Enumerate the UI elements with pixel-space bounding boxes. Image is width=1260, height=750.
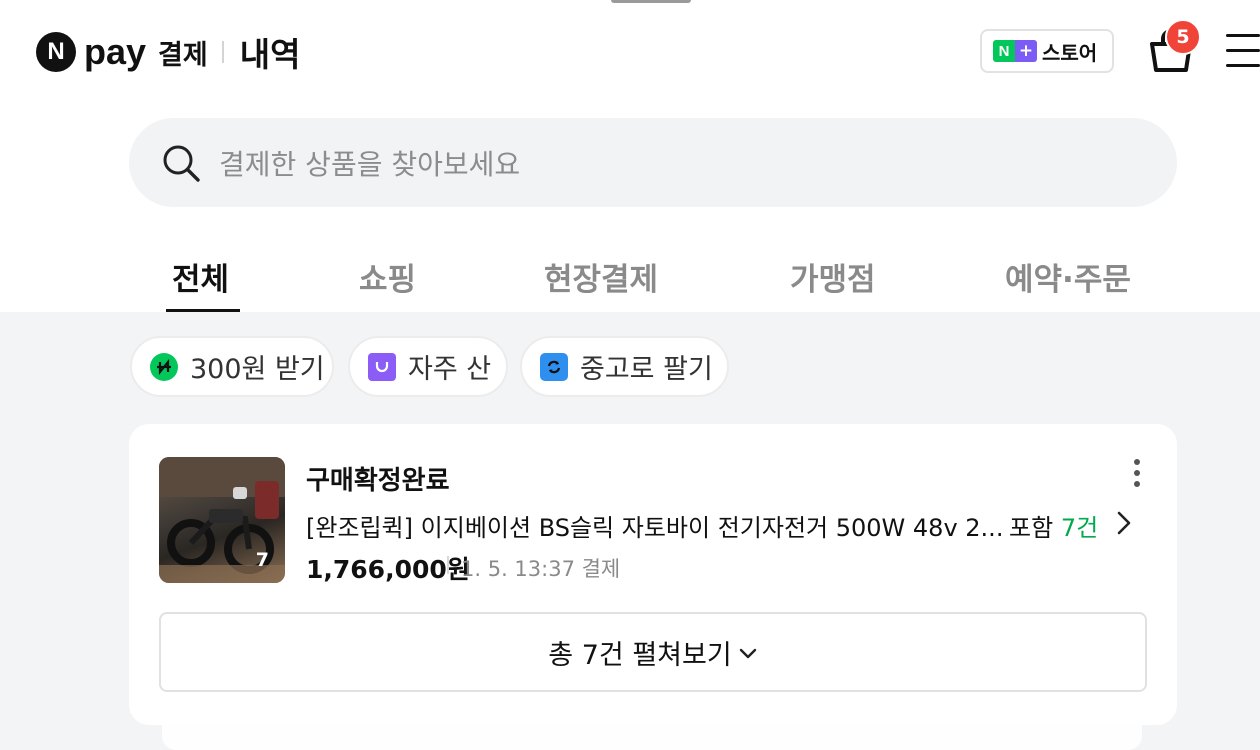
includes-prefix: 포함 bbox=[1009, 514, 1054, 542]
page-title: 내역 bbox=[239, 35, 301, 74]
logo-pay-text: pay bbox=[84, 31, 147, 72]
chip-label: 자주 산 bbox=[408, 354, 492, 385]
product-thumbnail[interactable]: 7 bbox=[159, 457, 285, 583]
more-options-icon[interactable] bbox=[1130, 458, 1144, 488]
chip-frequently-bought[interactable]: 자주 산 bbox=[348, 336, 508, 397]
shopping-bag-icon bbox=[368, 352, 396, 381]
content-area: 300원 받기 자주 산 중고로 팔기 7 구매확정완료 [완조립퀵] 이지베이… bbox=[0, 312, 1260, 750]
expand-label: 총 7건 펼쳐보기 bbox=[548, 639, 732, 671]
tab-bar: 전체 쇼핑 현장결제 가맹점 예약·주문 bbox=[0, 230, 1260, 312]
chevron-down-icon bbox=[739, 648, 756, 659]
chip-label: 중고로 팔기 bbox=[580, 354, 713, 385]
drag-handle[interactable] bbox=[611, 0, 691, 3]
store-n-icon: N bbox=[993, 40, 1015, 62]
expand-all-button[interactable]: 총 7건 펼쳐보기 bbox=[159, 612, 1147, 692]
npay-logo[interactable]: N pay 결제 내역 bbox=[36, 30, 300, 74]
logo-divider bbox=[221, 41, 224, 63]
thumbnail-item-count: 7 bbox=[255, 549, 269, 571]
chip-label: 300원 받기 bbox=[190, 354, 325, 385]
store-label: 스토어 bbox=[1042, 40, 1098, 65]
nplus-store-button[interactable]: N + 스토어 bbox=[980, 29, 1114, 73]
tab-reservation-order[interactable]: 예약·주문 bbox=[1005, 254, 1131, 299]
stacked-card-edge bbox=[162, 725, 1142, 750]
naver-n-icon: N bbox=[36, 32, 76, 72]
includes-count[interactable]: 포함 7건 bbox=[1009, 508, 1098, 543]
tab-onsite-payment[interactable]: 현장결제 bbox=[544, 254, 658, 299]
recycle-icon bbox=[540, 352, 568, 381]
hamburger-menu-icon[interactable] bbox=[1226, 34, 1260, 70]
meta-divider bbox=[447, 556, 449, 574]
order-status: 구매확정완료 bbox=[306, 466, 450, 496]
search-icon bbox=[163, 145, 200, 182]
includes-number: 7건 bbox=[1060, 514, 1099, 542]
cart-count-badge: 5 bbox=[1165, 19, 1201, 55]
top-bar: N pay 결제 내역 N + 스토어 5 bbox=[0, 0, 1260, 100]
payment-datetime: 1. 5. 13:37 결제 bbox=[461, 557, 621, 581]
tab-all[interactable]: 전체 bbox=[172, 254, 229, 299]
chip-get-300-won[interactable]: 300원 받기 bbox=[130, 336, 334, 397]
order-card[interactable]: 7 구매확정완료 [완조립퀵] 이지베이션 BS슬릭 자토바이 전기자전거 50… bbox=[129, 424, 1177, 725]
chevron-right-icon[interactable] bbox=[1113, 510, 1135, 536]
tab-merchants[interactable]: 가맹점 bbox=[790, 254, 876, 299]
logo-sub-text: 결제 bbox=[158, 39, 208, 71]
store-plus-icon: + bbox=[1015, 40, 1037, 62]
n-point-icon bbox=[150, 352, 178, 381]
tab-shopping[interactable]: 쇼핑 bbox=[359, 254, 416, 299]
search-input[interactable]: 결제한 상품을 찾아보세요 bbox=[219, 143, 520, 183]
order-price: 1,766,000원 bbox=[306, 555, 470, 584]
chip-sell-used[interactable]: 중고로 팔기 bbox=[520, 336, 729, 397]
search-bar[interactable]: 결제한 상품을 찾아보세요 bbox=[129, 118, 1177, 207]
product-name[interactable]: [완조립퀵] 이지베이션 BS슬릭 자토바이 전기자전거 500W 48v 2.… bbox=[306, 508, 1003, 543]
